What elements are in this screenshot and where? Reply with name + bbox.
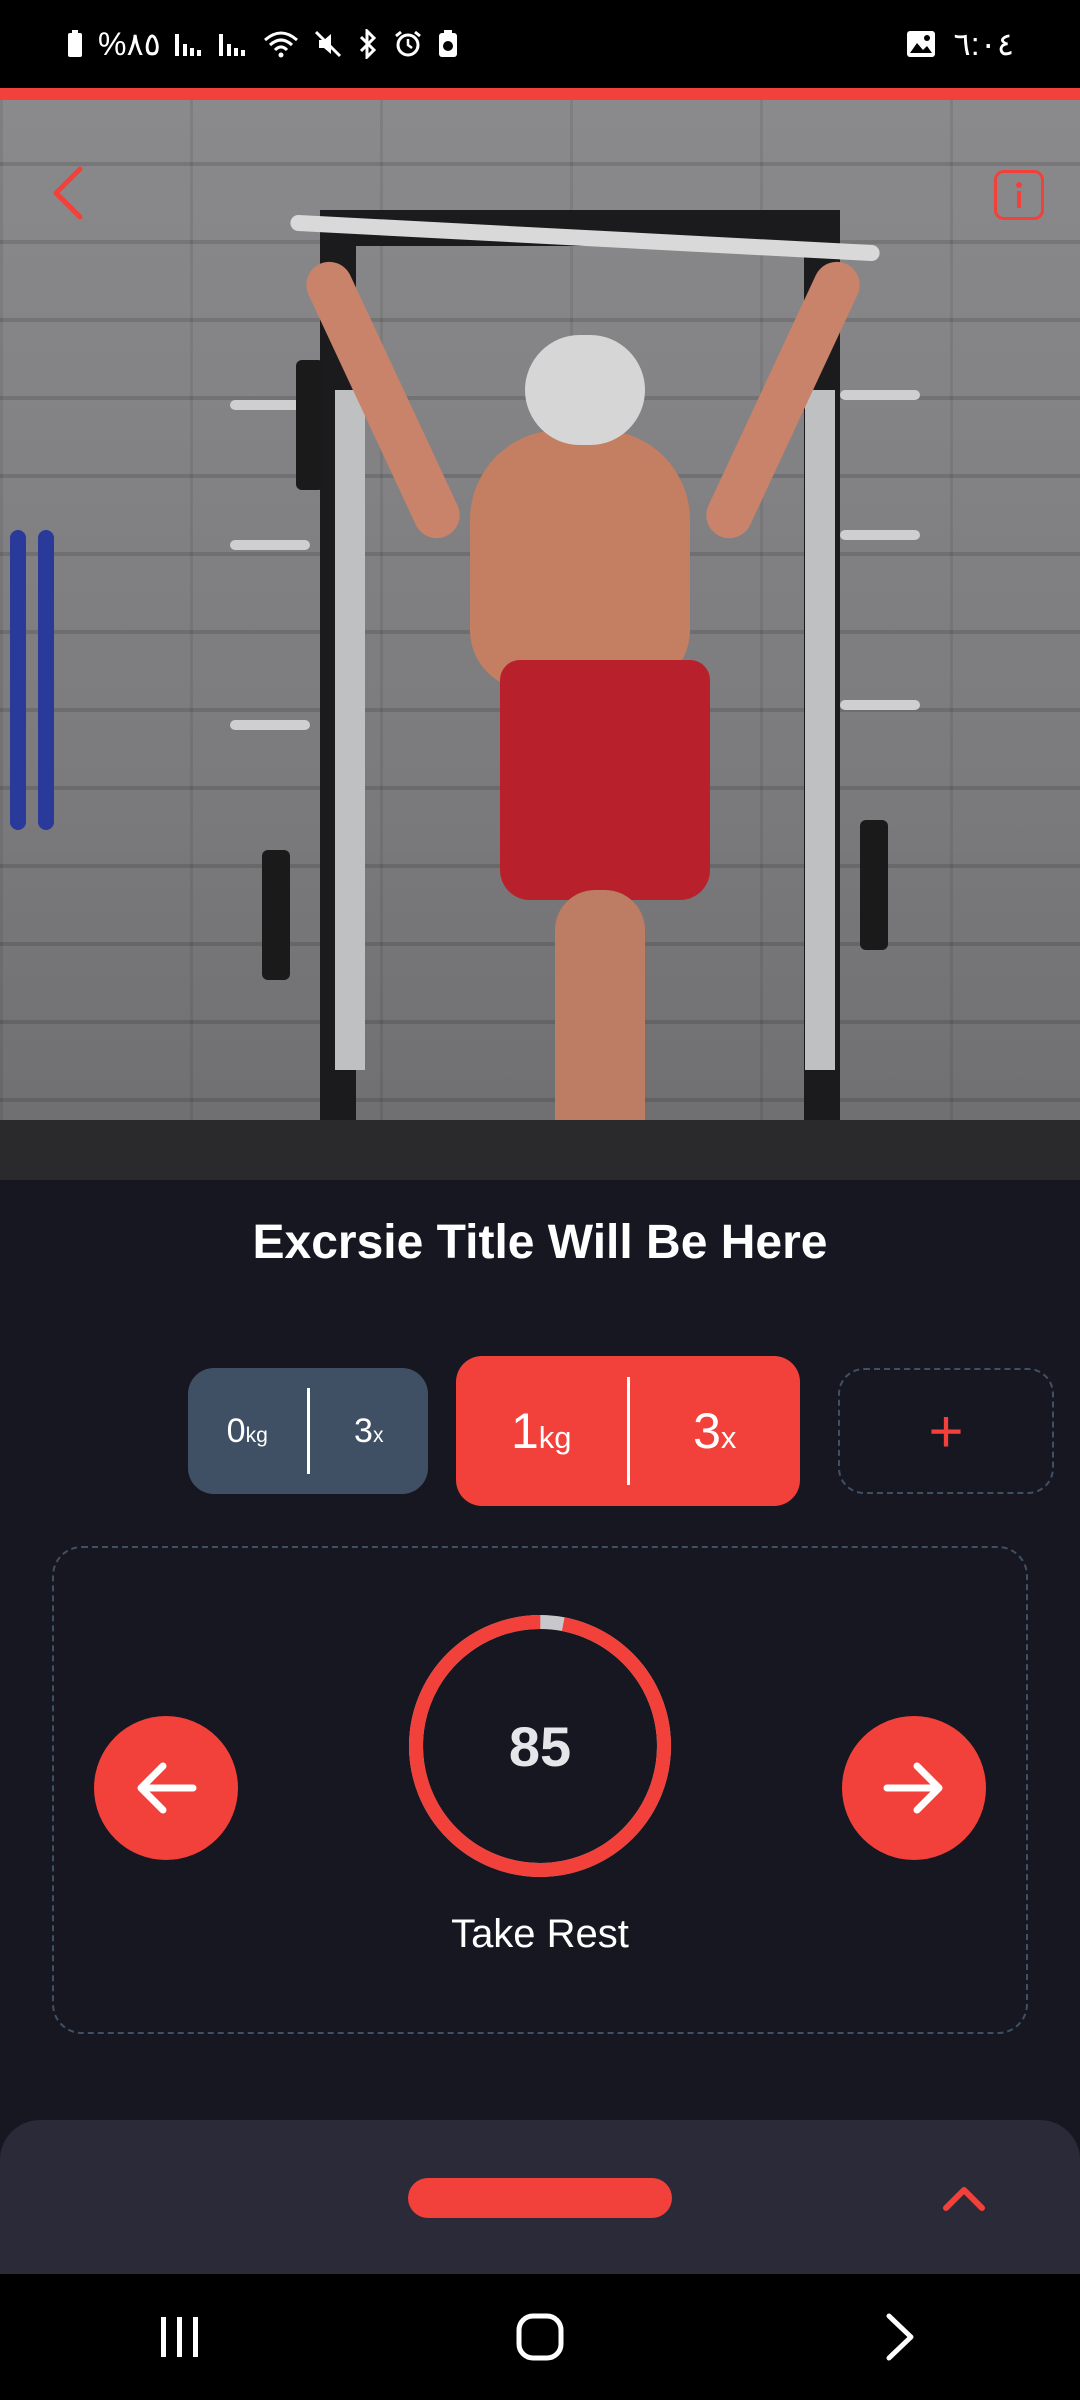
chevron-up-icon — [943, 2187, 985, 2211]
chevron-right-icon — [886, 2313, 914, 2361]
wifi-icon — [263, 30, 299, 58]
rack-peg — [840, 390, 920, 400]
back-nav-button[interactable] — [840, 2287, 960, 2387]
floor — [0, 1120, 1080, 1180]
status-icons-right: ٦:٠٤ — [906, 25, 1014, 63]
person-shorts — [500, 660, 710, 900]
set-current[interactable]: 1kg 3x — [456, 1356, 800, 1506]
info-icon — [1016, 182, 1022, 208]
recents-icon — [161, 2317, 198, 2357]
set-weight: 0kg — [188, 1412, 307, 1451]
previous-exercise-button[interactable] — [94, 1716, 238, 1860]
recents-button[interactable] — [120, 2287, 240, 2387]
weight-plate — [262, 850, 290, 980]
bottom-sheet-handle[interactable] — [408, 2178, 672, 2218]
person-head — [525, 335, 645, 445]
weight-value: 1 — [510, 1403, 539, 1459]
status-icons-left: %٨٥ — [66, 25, 459, 63]
signal-icon — [218, 30, 249, 58]
rope-decoration — [38, 530, 54, 830]
rack-inner — [335, 390, 365, 1070]
set-weight: 1kg — [456, 1402, 627, 1460]
battery-saver-icon — [437, 29, 459, 59]
info-button[interactable] — [994, 170, 1044, 220]
rest-timer-value: 85 — [508, 1714, 572, 1778]
weight-plate — [860, 820, 888, 950]
expand-sheet-button[interactable] — [934, 2176, 994, 2220]
arrow-right-icon — [883, 1762, 943, 1814]
arrow-left-icon — [137, 1762, 197, 1814]
chevron-left-icon — [53, 166, 83, 220]
reps-value: 3 — [693, 1403, 721, 1459]
weight-value: 0 — [226, 1411, 246, 1450]
bluetooth-icon — [357, 29, 379, 59]
weight-unit: kg — [245, 1423, 268, 1447]
weight-unit: kg — [538, 1420, 572, 1455]
exercise-title: Excrsie Title Will Be Here — [252, 1216, 828, 1269]
set-previous[interactable]: 0kg 3x — [188, 1368, 428, 1494]
plus-icon: + — [928, 1397, 964, 1465]
next-exercise-button[interactable] — [842, 1716, 986, 1860]
person-torso — [470, 430, 690, 690]
status-bar: %٨٥ ٦:٠٤ — [0, 0, 1080, 88]
exercise-image — [0, 100, 1080, 1180]
battery-icon — [66, 29, 84, 59]
rest-label: Take Rest — [451, 1912, 629, 1956]
home-button[interactable] — [480, 2287, 600, 2387]
rack-inner — [805, 390, 835, 1070]
home-icon — [516, 2313, 564, 2361]
battery-text: %٨٥ — [98, 26, 161, 62]
reps-unit: x — [720, 1420, 737, 1455]
gallery-notification-icon — [906, 30, 936, 58]
rack-peg — [230, 720, 310, 730]
rack-peg — [230, 540, 310, 550]
signal-icon — [174, 30, 205, 58]
set-reps: 3x — [310, 1412, 429, 1451]
alarm-icon — [393, 29, 423, 59]
back-button[interactable] — [40, 160, 96, 226]
top-accent-line — [0, 88, 1080, 100]
status-time: ٦:٠٤ — [953, 26, 1014, 62]
set-reps: 3x — [630, 1402, 801, 1460]
reps-unit: x — [372, 1423, 384, 1447]
reps-value: 3 — [354, 1411, 373, 1450]
rack-peg — [840, 530, 920, 540]
weight-plate — [296, 360, 324, 490]
person-arm — [698, 254, 868, 546]
rack-peg — [840, 700, 920, 710]
mute-icon — [313, 29, 343, 59]
system-navigation-bar — [0, 2274, 1080, 2400]
rope-decoration — [10, 530, 26, 830]
add-set-button[interactable]: + — [838, 1368, 1054, 1494]
